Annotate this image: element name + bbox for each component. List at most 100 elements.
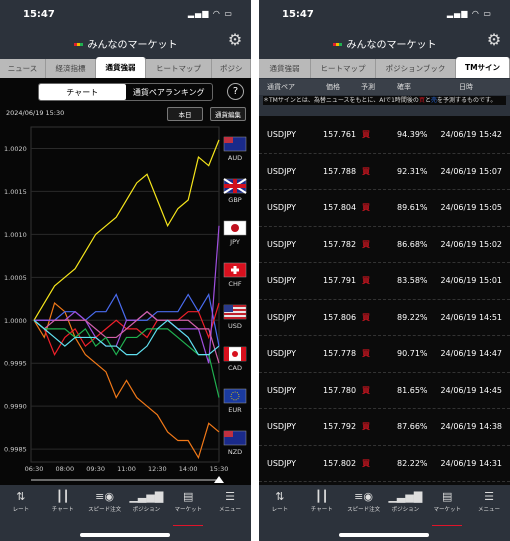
tab-position-book[interactable]: ポジションブック xyxy=(376,59,456,78)
cell-probability: 90.71% xyxy=(397,349,428,358)
currency-label: CAD xyxy=(228,364,242,372)
nav-bar-chart[interactable]: ▁▃▅▇ ポジション xyxy=(125,489,167,521)
flag-jpy[interactable]: JPY xyxy=(223,220,247,246)
table-row[interactable]: USDJPY 157.778 買 90.71% 24/06/19 14:47 xyxy=(259,335,510,373)
table-row[interactable]: USDJPY 157.782 買 86.68% 24/06/19 15:02 xyxy=(259,226,510,263)
series-line xyxy=(33,319,220,398)
cell-pair: USDJPY xyxy=(267,349,296,358)
currency-label: USD xyxy=(228,322,242,330)
tm-sign-table: USDJPY 157.761 買 94.39% 24/06/19 15:42 USDJPY… xyxy=(259,116,510,485)
nav-rate-arrows[interactable]: ⇅ レート xyxy=(259,489,301,521)
nav-candlestick[interactable]: ┃┃ チャート xyxy=(42,489,84,521)
menu-icon: ☰ xyxy=(484,490,494,503)
bar-chart-icon: ▁▃▅▇ xyxy=(388,490,423,503)
currency-label: AUD xyxy=(228,154,242,162)
flag-usd[interactable]: USD xyxy=(223,304,247,330)
tab-currency-strength[interactable]: 通貨強弱 xyxy=(96,57,146,78)
nav-speed-order[interactable]: ≡◉ スピード注文 xyxy=(84,489,126,521)
table-row[interactable]: USDJPY 157.761 買 94.39% 24/06/19 15:42 xyxy=(259,116,510,154)
cell-pair: USDJPY xyxy=(267,166,296,176)
nav-bar-chart[interactable]: ▁▃▅▇ ポジション xyxy=(384,489,426,521)
nav-label: チャート xyxy=(310,507,333,513)
y-tick-label: 1.0020 xyxy=(4,145,27,153)
logo-icon xyxy=(332,42,343,48)
tab-news[interactable]: ニュース xyxy=(0,59,46,78)
logo-icon xyxy=(73,42,84,48)
cell-pair: USDJPY xyxy=(267,203,296,212)
table-row[interactable]: USDJPY 157.791 買 83.58% 24/06/19 15:01 xyxy=(259,262,510,300)
table-row[interactable]: USDJPY 157.780 買 81.65% 24/06/19 14:45 xyxy=(259,372,510,409)
flag-chf[interactable]: CHF xyxy=(223,262,247,288)
flag-aud[interactable]: AUD xyxy=(223,136,247,162)
tab-heatmap[interactable]: ヒートマップ xyxy=(146,59,212,78)
currency-strength-panel: チャート 通貨ペアランキング ? 2024/06/19 15:30 本日 通貨編… xyxy=(0,78,251,485)
cell-prediction: 買 xyxy=(362,422,370,431)
tab-position[interactable]: ポジシ xyxy=(212,59,251,78)
table-header: 通貨ペア 価格 予測 確率 日時 xyxy=(259,79,510,95)
cell-prediction: 買 xyxy=(362,458,370,468)
cell-probability: 89.61% xyxy=(397,203,428,212)
table-row[interactable]: USDJPY 157.788 買 92.31% 24/06/19 15:07 xyxy=(259,153,510,190)
flag-nzd[interactable]: NZD xyxy=(223,430,247,456)
right-phone: 15:47 ▂▄▆ ◠ ▭ みんなのマーケット ⚙ 通貨強弱 ヒートマップ ポジ… xyxy=(259,0,510,541)
gear-icon[interactable]: ⚙ xyxy=(485,31,503,49)
cell-probability: 94.39% xyxy=(397,130,428,139)
tab-tm-sign[interactable]: TMサイン xyxy=(456,57,510,78)
y-tick-label: 0.9995 xyxy=(4,360,27,368)
cell-datetime: 24/06/19 14:45 xyxy=(440,385,502,395)
flag-eur[interactable]: EUR xyxy=(223,388,247,414)
cell-datetime: 24/06/19 15:02 xyxy=(440,239,502,249)
cell-price: 157.788 xyxy=(323,166,357,176)
cell-pair: USDJPY xyxy=(267,130,296,139)
cell-probability: 89.22% xyxy=(397,312,428,322)
cell-datetime: 24/06/19 15:07 xyxy=(440,166,502,176)
currency-label: NZD xyxy=(228,448,242,456)
cell-probability: 92.31% xyxy=(397,166,428,176)
gear-icon[interactable]: ⚙ xyxy=(226,31,244,49)
cell-pair: USDJPY xyxy=(267,458,296,468)
currency-label: JPY xyxy=(229,238,240,246)
nav-menu[interactable]: ☰ メニュー xyxy=(209,489,251,521)
cell-pair: USDJPY xyxy=(267,422,296,431)
app-title-text: みんなのマーケット xyxy=(87,40,178,51)
bottom-nav: ⇅ レート ┃┃ チャート ≡◉ スピード注文 ▁▃▅▇ ポジション ▤ マーケット ☰ メニュー xyxy=(0,489,251,526)
tab-heatmap[interactable]: ヒートマップ xyxy=(311,59,376,78)
table-row[interactable]: USDJPY 157.804 買 89.61% 24/06/19 15:05 xyxy=(259,189,510,227)
tm-sign-note: ＊TMサインとは、為替ニュースをもとに、AIで1時間後の買と売を予測するものです… xyxy=(263,96,506,105)
nav-speed-order[interactable]: ≡◉ スピード注文 xyxy=(343,489,385,521)
cell-datetime: 24/06/19 15:42 xyxy=(440,130,502,139)
nav-label: レート xyxy=(12,507,30,513)
tab-economic-indicators[interactable]: 経済指標 xyxy=(46,59,96,78)
cell-price: 157.780 xyxy=(323,385,357,395)
nav-rate-arrows[interactable]: ⇅ レート xyxy=(0,489,42,521)
nav-label: スピード注文 xyxy=(88,507,122,513)
nav-menu[interactable]: ☰ メニュー xyxy=(468,489,510,521)
nav-label: チャート xyxy=(51,507,74,513)
cell-datetime: 24/06/19 15:05 xyxy=(440,203,502,212)
left-phone: 15:47 ▂▄▆ ◠ ▭ みんなのマーケット ⚙ ニュース 経済指標 通貨強弱… xyxy=(0,0,251,541)
cell-prediction: 買 xyxy=(362,239,370,249)
candlestick-icon: ┃┃ xyxy=(315,490,329,503)
nav-label: ポジション xyxy=(391,507,420,513)
plot-area xyxy=(30,126,220,463)
app-title: みんなのマーケット xyxy=(0,36,251,51)
nav-newspaper[interactable]: ▤ マーケット xyxy=(426,489,468,526)
nav-newspaper[interactable]: ▤ マーケット xyxy=(167,489,209,526)
col-datetime: 日時 xyxy=(459,83,473,91)
cell-price: 157.791 xyxy=(323,276,357,285)
table-row[interactable]: USDJPY 157.802 買 82.22% 24/06/19 14:31 xyxy=(259,445,510,482)
cell-price: 157.802 xyxy=(323,458,357,468)
rate-arrows-icon: ⇅ xyxy=(275,490,285,503)
cell-pair: USDJPY xyxy=(267,276,296,285)
table-row[interactable]: USDJPY 157.806 買 89.22% 24/06/19 14:51 xyxy=(259,299,510,336)
table-row[interactable]: USDJPY 157.792 買 87.66% 24/06/19 14:38 xyxy=(259,408,510,446)
nav-label: メニュー xyxy=(478,507,501,513)
flag-gbp[interactable]: GBP xyxy=(223,178,247,204)
nav-candlestick[interactable]: ┃┃ チャート xyxy=(301,489,343,521)
cell-prediction: 買 xyxy=(362,130,370,139)
eur-flag-icon xyxy=(223,388,247,404)
bottom-nav: ⇅ レート ┃┃ チャート ≡◉ スピード注文 ▁▃▅▇ ポジション ▤ マーケット ☰ メニュー xyxy=(259,489,510,526)
tab-currency-strength[interactable]: 通貨強弱 xyxy=(259,59,311,78)
flag-cad[interactable]: CAD xyxy=(223,346,247,372)
x-tick-label: 11:00 xyxy=(117,465,136,473)
